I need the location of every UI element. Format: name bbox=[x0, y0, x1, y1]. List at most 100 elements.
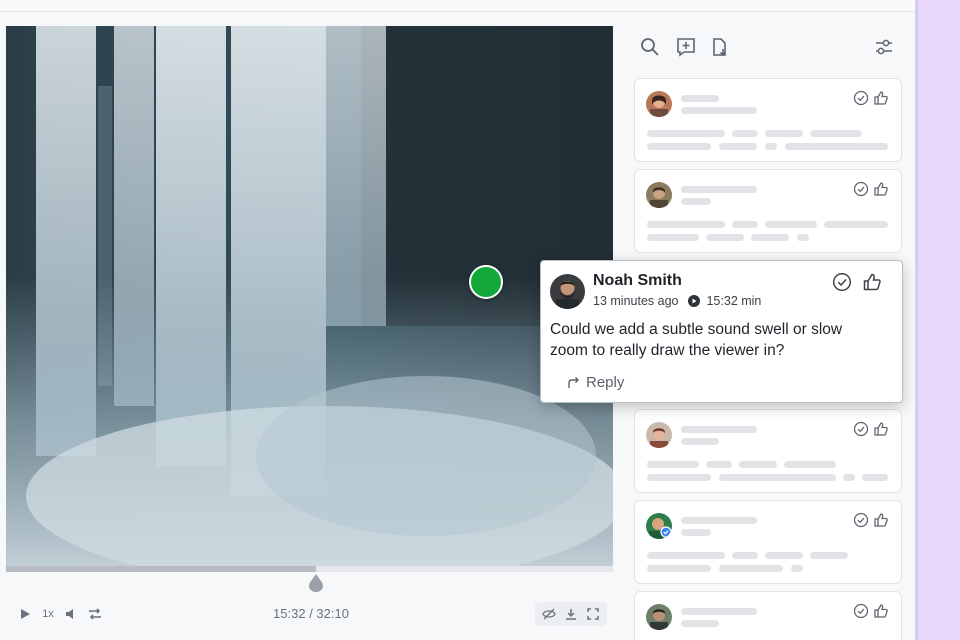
export-icon[interactable] bbox=[710, 37, 730, 57]
placeholder-line bbox=[681, 107, 757, 114]
review-app: 1x 15:32 / 32:10 Noah Smith 13 minutes a… bbox=[0, 0, 916, 640]
comment-marker[interactable] bbox=[469, 265, 503, 299]
placeholder-line bbox=[706, 461, 732, 468]
comment-popup[interactable]: Noah Smith 13 minutes ago 15:32 min Coul… bbox=[540, 260, 903, 403]
placeholder-line bbox=[681, 438, 719, 445]
resolve-check-icon[interactable] bbox=[853, 90, 869, 106]
placeholder-line bbox=[681, 517, 757, 524]
comment-author[interactable]: Noah Smith bbox=[593, 272, 682, 290]
thumbs-up-icon[interactable] bbox=[873, 90, 889, 106]
placeholder-line bbox=[681, 186, 757, 193]
play-icon[interactable] bbox=[18, 605, 32, 623]
avatar bbox=[646, 604, 672, 630]
placeholder-line bbox=[681, 620, 719, 627]
placeholder-line bbox=[681, 608, 757, 615]
video-frame-waterfall bbox=[6, 26, 613, 566]
comment-timestamp[interactable]: 15:32 min bbox=[706, 294, 761, 308]
thumbs-up-icon[interactable] bbox=[873, 181, 889, 197]
fullscreen-icon[interactable] bbox=[585, 605, 601, 623]
placeholder-line bbox=[732, 552, 758, 559]
comment-card[interactable] bbox=[634, 409, 902, 493]
thumbs-up-icon[interactable] bbox=[873, 421, 889, 437]
placeholder-line bbox=[843, 474, 855, 481]
avatar bbox=[550, 274, 585, 309]
comment-card[interactable] bbox=[634, 169, 902, 253]
placeholder-line bbox=[862, 474, 888, 481]
placeholder-line bbox=[681, 198, 711, 205]
time-readout: 15:32 / 32:10 bbox=[261, 606, 361, 621]
placeholder-line bbox=[647, 234, 699, 241]
placeholder-line bbox=[647, 143, 711, 150]
placeholder-line bbox=[824, 221, 888, 228]
placeholder-line bbox=[765, 552, 803, 559]
placeholder-line bbox=[647, 221, 725, 228]
comment-card[interactable] bbox=[634, 78, 902, 162]
placeholder-line bbox=[732, 221, 758, 228]
video-player[interactable] bbox=[6, 26, 613, 566]
time-separator: / bbox=[305, 606, 317, 621]
placeholder-line bbox=[785, 143, 888, 150]
background-panel bbox=[916, 0, 960, 640]
placeholder-line bbox=[647, 130, 725, 137]
comment-meta: 13 minutes ago 15:32 min bbox=[593, 294, 761, 308]
comment-time-ago: 13 minutes ago bbox=[593, 294, 679, 308]
resolve-check-icon[interactable] bbox=[832, 272, 852, 292]
resolve-check-icon[interactable] bbox=[853, 181, 869, 197]
loop-icon[interactable] bbox=[86, 605, 104, 623]
comment-card[interactable] bbox=[634, 500, 902, 584]
download-icon[interactable] bbox=[563, 605, 579, 623]
placeholder-line bbox=[647, 552, 725, 559]
time-total: 32:10 bbox=[316, 606, 349, 621]
hide-comments-icon[interactable] bbox=[541, 605, 557, 623]
speed-button[interactable]: 1x bbox=[40, 605, 56, 623]
reply-label: Reply bbox=[586, 374, 625, 391]
filter-sliders-icon[interactable] bbox=[874, 37, 894, 57]
avatar bbox=[646, 513, 672, 539]
placeholder-line bbox=[810, 552, 848, 559]
comment-text: Could we add a subtle sound swell or slo… bbox=[550, 321, 843, 359]
placeholder-line bbox=[765, 130, 803, 137]
placeholder-line bbox=[765, 221, 817, 228]
placeholder-line bbox=[647, 461, 699, 468]
placeholder-line bbox=[719, 474, 836, 481]
avatar bbox=[646, 182, 672, 208]
resolve-check-icon[interactable] bbox=[853, 512, 869, 528]
card-actions bbox=[853, 512, 893, 530]
volume-icon[interactable] bbox=[64, 605, 78, 623]
placeholder-line bbox=[797, 234, 809, 241]
play-timestamp-icon[interactable] bbox=[688, 295, 701, 307]
placeholder-line bbox=[719, 143, 757, 150]
avatar bbox=[646, 422, 672, 448]
time-current: 15:32 bbox=[273, 606, 306, 621]
placeholder-line bbox=[739, 461, 777, 468]
placeholder-line bbox=[681, 529, 711, 536]
card-actions bbox=[853, 181, 893, 199]
placeholder-line bbox=[810, 130, 862, 137]
comments-toolbar bbox=[634, 30, 902, 64]
player-options bbox=[535, 602, 607, 626]
placeholder-line bbox=[784, 461, 836, 468]
thumbs-up-icon[interactable] bbox=[873, 603, 889, 619]
placeholder-line bbox=[765, 143, 777, 150]
placeholder-line bbox=[791, 565, 803, 572]
search-icon[interactable] bbox=[640, 37, 660, 57]
thumbs-up-icon[interactable] bbox=[862, 272, 882, 292]
progress-fill bbox=[6, 566, 316, 572]
comment-card[interactable] bbox=[634, 591, 902, 640]
placeholder-line bbox=[681, 426, 757, 433]
resolve-check-icon[interactable] bbox=[853, 603, 869, 619]
avatar bbox=[646, 91, 672, 117]
reply-arrow-icon bbox=[567, 376, 581, 390]
card-actions bbox=[853, 90, 893, 108]
placeholder-line bbox=[751, 234, 789, 241]
resolve-check-icon[interactable] bbox=[853, 421, 869, 437]
card-actions bbox=[853, 603, 893, 621]
progress-bar[interactable] bbox=[6, 566, 613, 572]
top-bar bbox=[0, 0, 915, 12]
add-comment-icon[interactable] bbox=[676, 37, 696, 57]
placeholder-line bbox=[706, 234, 744, 241]
scrub-handle[interactable] bbox=[308, 574, 323, 592]
thumbs-up-icon[interactable] bbox=[873, 512, 889, 528]
reply-button[interactable]: Reply bbox=[567, 374, 624, 391]
placeholder-line bbox=[732, 130, 758, 137]
